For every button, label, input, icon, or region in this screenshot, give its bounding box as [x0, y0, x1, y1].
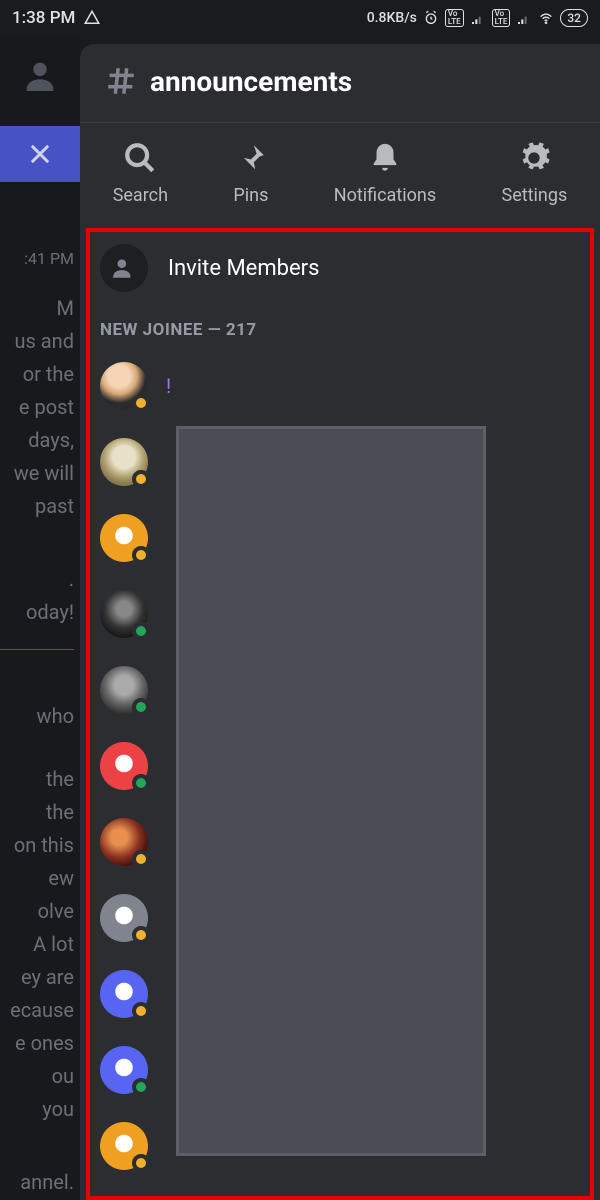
- left-panel: :41 PM M us and or the e post days, we w…: [0, 36, 80, 1200]
- status-online-icon: [132, 1078, 150, 1096]
- volte-icon-1: VoLTE: [445, 9, 464, 27]
- status-online-icon: [132, 774, 150, 792]
- status-idle-icon: [132, 1154, 150, 1172]
- close-button[interactable]: [0, 126, 80, 182]
- search-label: Search: [113, 185, 168, 206]
- channel-header: announcements: [80, 44, 600, 123]
- status-time: 1:38 PM: [12, 8, 75, 28]
- member-item[interactable]: !: [100, 362, 580, 410]
- battery-indicator: 32: [560, 9, 588, 27]
- status-idle-icon: [132, 546, 150, 564]
- status-idle-icon: [132, 1002, 150, 1020]
- notifications-label: Notifications: [334, 185, 436, 206]
- redaction-overlay: [176, 426, 486, 1156]
- bell-icon: [368, 141, 402, 175]
- status-online-icon: [132, 622, 150, 640]
- search-icon: [123, 141, 157, 175]
- status-idle-icon: [132, 394, 150, 412]
- network-speed: 0.8KB/s: [367, 10, 417, 26]
- member-name: !: [166, 374, 171, 398]
- user-silhouette-icon[interactable]: [20, 56, 60, 96]
- gear-icon: [517, 141, 551, 175]
- status-bar: 1:38 PM 0.8KB/s VoLTE VoLTE 32: [0, 0, 600, 36]
- signal-icon-1: [470, 10, 486, 26]
- hash-icon: [104, 64, 138, 98]
- signal-icon-2: [516, 10, 532, 26]
- members-section-highlight: Invite Members NEW JOINEE — 217 !: [86, 228, 594, 1200]
- wifi-icon: [538, 10, 554, 26]
- pins-action[interactable]: Pins: [233, 141, 268, 206]
- channel-panel: announcements Search Pins Notifications …: [80, 44, 600, 1200]
- invite-members-row[interactable]: Invite Members: [100, 244, 580, 292]
- settings-action[interactable]: Settings: [502, 141, 568, 206]
- section-label: NEW JOINEE — 217: [100, 320, 580, 340]
- volte-icon-2: VoLTE: [492, 9, 511, 27]
- pins-label: Pins: [233, 185, 268, 206]
- settings-label: Settings: [502, 185, 568, 206]
- search-action[interactable]: Search: [113, 141, 168, 206]
- alarm-icon: [423, 10, 439, 26]
- status-idle-icon: [132, 850, 150, 868]
- triangle-icon: [83, 9, 101, 27]
- status-idle-icon: [132, 926, 150, 944]
- invite-icon: [100, 244, 148, 292]
- invite-label: Invite Members: [168, 256, 319, 281]
- status-online-icon: [132, 698, 150, 716]
- pin-icon: [234, 141, 268, 175]
- channel-title: announcements: [150, 65, 352, 98]
- action-row: Search Pins Notifications Settings: [80, 123, 600, 228]
- notifications-action[interactable]: Notifications: [334, 141, 436, 206]
- background-message-text: :41 PM M us and or the e post days, we w…: [0, 246, 80, 1199]
- status-idle-icon: [132, 470, 150, 488]
